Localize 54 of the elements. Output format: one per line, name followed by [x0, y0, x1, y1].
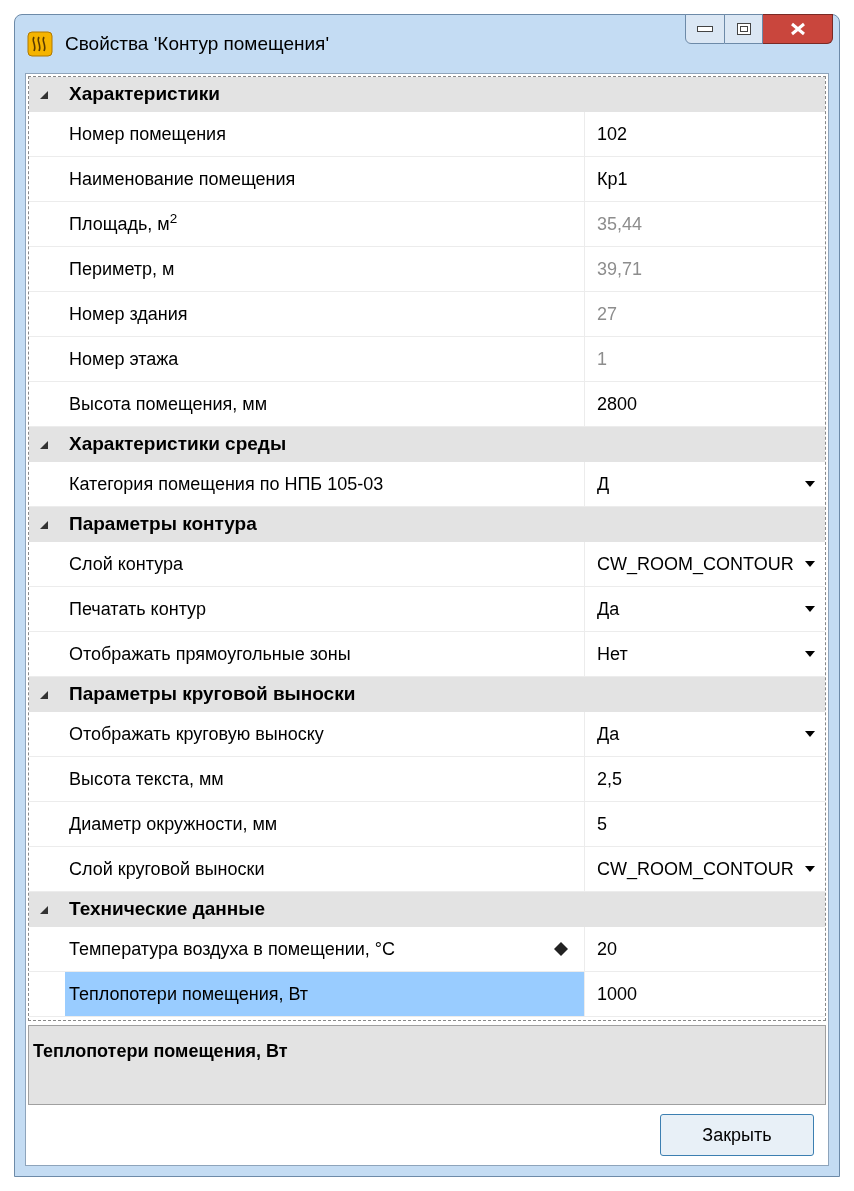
property-label: Категория помещения по НПБ 105-03 — [69, 472, 385, 496]
collapse-triangle-icon[interactable] — [39, 439, 49, 450]
property-label: Слой контура — [69, 552, 185, 576]
close-icon — [789, 22, 806, 36]
property-value-field[interactable]: Кр1 — [585, 157, 825, 201]
window-title: Свойства 'Контур помещения' — [65, 31, 329, 56]
property-label: Высота текста, мм — [69, 767, 225, 791]
property-label: Слой круговой выноски — [69, 857, 266, 881]
property-dropdown[interactable]: Да — [585, 587, 825, 631]
minimize-button[interactable] — [685, 14, 725, 44]
collapse-triangle-icon[interactable] — [39, 89, 49, 100]
property-label: Номер помещения — [69, 122, 227, 146]
property-dropdown[interactable]: CW_ROOM_CONTOUR — [585, 847, 825, 891]
property-label: Теплопотери помещения, Вт — [69, 982, 310, 1006]
property-label: Номер здания — [69, 302, 189, 326]
collapse-triangle-icon[interactable] — [39, 519, 49, 530]
property-label: Температура воздуха в помещении, °С — [69, 937, 396, 961]
category-header[interactable]: Характеристики — [69, 80, 220, 109]
property-dropdown[interactable]: CW_ROOM_CONTOUR — [585, 542, 825, 586]
property-label: Отображать прямоугольные зоны — [69, 642, 352, 666]
property-value-field[interactable]: 5 — [585, 802, 825, 846]
minimize-icon — [697, 26, 713, 32]
property-label: Площадь, м$^{2}$ — [69, 210, 179, 236]
property-value-field[interactable]: 20 — [585, 927, 825, 971]
property-value-field[interactable]: 2,5 — [585, 757, 825, 801]
property-label: Диаметр окружности, мм — [69, 812, 279, 836]
property-dropdown[interactable]: Да — [585, 712, 825, 756]
dropdown-arrow-icon — [805, 561, 815, 567]
close-button[interactable] — [763, 14, 833, 44]
category-header[interactable]: Параметры контура — [69, 510, 257, 539]
dropdown-arrow-icon — [805, 606, 815, 612]
property-value-field[interactable]: 1000 — [585, 972, 825, 1016]
dropdown-arrow-icon — [805, 651, 815, 657]
collapse-triangle-icon[interactable] — [39, 689, 49, 700]
maximize-icon — [736, 23, 751, 35]
dropdown-arrow-icon — [805, 481, 815, 487]
property-label: Отображать круговую выноску — [69, 722, 325, 746]
property-name[interactable]: Теплопотери помещения, Вт — [65, 972, 585, 1016]
dropdown-arrow-icon — [805, 866, 815, 872]
property-label: Наименование помещения — [69, 167, 297, 191]
property-value-field[interactable]: 102 — [585, 112, 825, 156]
property-value-field[interactable]: 2800 — [585, 382, 825, 426]
property-label: Высота помещения, мм — [69, 392, 269, 416]
collapse-triangle-icon[interactable] — [39, 904, 49, 915]
property-dropdown[interactable]: Нет — [585, 632, 825, 676]
maximize-button[interactable] — [725, 14, 763, 44]
property-dropdown[interactable]: Д — [585, 462, 825, 506]
property-label: Печатать контур — [69, 597, 207, 621]
app-icon — [27, 31, 53, 57]
property-label: Номер этажа — [69, 347, 180, 371]
dropdown-arrow-icon — [805, 731, 815, 737]
close-dialog-button[interactable]: Закрыть — [660, 1114, 814, 1156]
description-title: Теплопотери помещения, Вт — [33, 1041, 288, 1061]
property-label: Периметр, м — [69, 257, 176, 281]
